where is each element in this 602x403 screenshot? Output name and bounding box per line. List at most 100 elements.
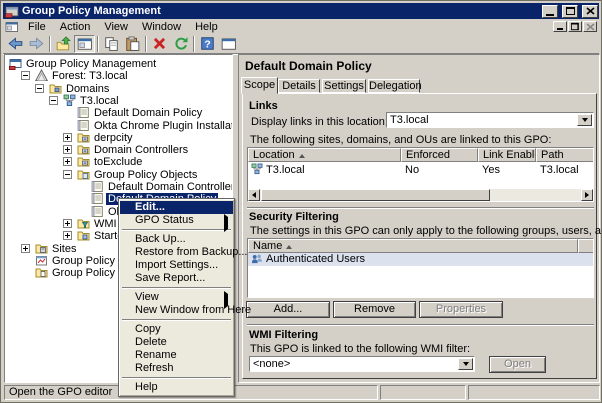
tree-item[interactable]: Forest: T3.local bbox=[5, 70, 232, 83]
child-close-button[interactable] bbox=[583, 21, 597, 32]
toolbar-help-button[interactable]: ? bbox=[197, 35, 218, 53]
context-menu-rename[interactable]: Rename bbox=[120, 349, 233, 362]
column-header-label: Name bbox=[253, 240, 282, 252]
tree-item[interactable]: Group Policy Objects bbox=[5, 169, 232, 182]
tree-item-label[interactable]: Forest: T3.local bbox=[50, 70, 130, 82]
context-menu-view[interactable]: View bbox=[120, 291, 233, 304]
menu-view[interactable]: View bbox=[97, 20, 135, 34]
menu-separator bbox=[122, 377, 231, 378]
tree-item-label[interactable]: Group Policy Management bbox=[24, 58, 158, 70]
security-column-header-spacer bbox=[578, 239, 594, 253]
toolbar-refresh-button[interactable] bbox=[170, 35, 191, 53]
tree-item[interactable]: derpcity bbox=[5, 132, 232, 145]
links-horizontal-scrollbar[interactable] bbox=[248, 189, 593, 201]
menu-item-label: Back Up... bbox=[135, 233, 186, 245]
menu-action[interactable]: Action bbox=[53, 20, 98, 34]
child-minimize-button[interactable] bbox=[553, 21, 567, 32]
wmi-filter-combobox[interactable]: <none> bbox=[249, 356, 475, 372]
expand-icon[interactable] bbox=[63, 231, 72, 240]
tree-item[interactable]: Domain Controllers bbox=[5, 144, 232, 157]
context-menu-refresh[interactable]: Refresh bbox=[120, 362, 233, 375]
combo-dropdown-icon[interactable] bbox=[577, 114, 592, 126]
toolbar-copy-button[interactable] bbox=[101, 35, 122, 53]
folder-starter-icon bbox=[77, 229, 90, 242]
expand-icon[interactable] bbox=[21, 244, 30, 253]
tree-item[interactable]: Default Domain Policy bbox=[5, 107, 232, 120]
security-table-row[interactable]: Authenticated Users bbox=[248, 253, 593, 266]
context-menu-restore-from-backup[interactable]: Restore from Backup... bbox=[120, 246, 233, 259]
collapse-icon[interactable] bbox=[21, 71, 30, 80]
combo-dropdown-icon[interactable] bbox=[458, 358, 473, 370]
collapse-icon[interactable] bbox=[35, 84, 44, 93]
context-menu-edit[interactable]: Edit... bbox=[120, 201, 233, 214]
expand-icon[interactable] bbox=[63, 133, 72, 142]
context-menu-gpo-status[interactable]: GPO Status bbox=[120, 214, 233, 227]
tab-scope[interactable]: Scope bbox=[241, 77, 278, 94]
tree-item-label[interactable]: Sites bbox=[50, 243, 78, 255]
toolbar-export-list-button[interactable] bbox=[53, 35, 74, 53]
context-menu-import-settings[interactable]: Import Settings... bbox=[120, 259, 233, 272]
minimize-button[interactable] bbox=[542, 5, 558, 18]
scroll-left-icon[interactable] bbox=[248, 189, 260, 201]
child-restore-button[interactable] bbox=[568, 21, 582, 32]
display-links-combobox[interactable]: T3.local bbox=[386, 112, 594, 128]
tree-item-label[interactable]: Default Domain Controllers Policy bbox=[106, 181, 233, 193]
properties-button[interactable]: Properties bbox=[419, 301, 503, 318]
context-menu-back-up[interactable]: Back Up... bbox=[120, 233, 233, 246]
menu-file[interactable]: File bbox=[21, 20, 53, 34]
links-column-header[interactable]: Location bbox=[248, 148, 401, 162]
collapse-icon[interactable] bbox=[63, 170, 72, 179]
remove-button[interactable]: Remove bbox=[333, 301, 416, 318]
links-description: The following sites, domains, and OUs ar… bbox=[250, 134, 551, 146]
context-menu-delete[interactable]: Delete bbox=[120, 336, 233, 349]
menu-window[interactable]: Window bbox=[135, 20, 188, 34]
toolbar-console-window-button[interactable] bbox=[74, 35, 95, 53]
tab-details[interactable]: Details bbox=[278, 79, 320, 93]
tab-settings[interactable]: Settings bbox=[322, 79, 366, 93]
tree-item-label[interactable]: T3.local bbox=[78, 95, 121, 107]
links-column-header[interactable]: Link Enabled bbox=[478, 148, 536, 162]
tree-item[interactable]: toExclude bbox=[5, 156, 232, 169]
links-column-header[interactable]: Enforced bbox=[401, 148, 478, 162]
column-header-label: Link Enabled bbox=[483, 149, 536, 161]
toolbar-delete-button[interactable] bbox=[149, 35, 170, 53]
context-menu-copy[interactable]: Copy bbox=[120, 323, 233, 336]
context-menu-save-report[interactable]: Save Report... bbox=[120, 272, 233, 285]
tree-item[interactable]: Default Domain Controllers Policy bbox=[5, 181, 232, 194]
tree-item-label[interactable]: derpcity bbox=[92, 132, 135, 144]
group-policy-management-window: Group Policy Management FileActionViewWi… bbox=[0, 0, 602, 403]
context-menu-help[interactable]: Help bbox=[120, 381, 233, 394]
tree-item[interactable]: Domains bbox=[5, 83, 232, 96]
tree-item[interactable]: Okta Chrome Plugin Installation bbox=[5, 120, 232, 133]
tab-delegation[interactable]: Delegation bbox=[368, 79, 420, 93]
scroll-right-icon[interactable] bbox=[581, 189, 593, 201]
close-button[interactable] bbox=[582, 5, 598, 18]
tree-item-label[interactable]: Domains bbox=[64, 83, 111, 95]
security-column-header[interactable]: Name bbox=[248, 239, 578, 253]
domain-icon bbox=[251, 163, 263, 175]
collapse-icon[interactable] bbox=[49, 96, 58, 105]
tree-item-label[interactable]: Okta Chrome Plugin Installation bbox=[92, 120, 233, 132]
wmi-open-button[interactable]: Open bbox=[489, 356, 546, 373]
links-column-header[interactable]: Path bbox=[536, 148, 594, 162]
tree-item-label[interactable]: Default Domain Policy bbox=[92, 107, 204, 119]
toolbar-back-button[interactable] bbox=[5, 35, 26, 53]
context-menu-new-window-from-here[interactable]: New Window from Here bbox=[120, 304, 233, 317]
toolbar-paste-button[interactable] bbox=[122, 35, 143, 53]
menu-help[interactable]: Help bbox=[188, 20, 225, 34]
expand-icon[interactable] bbox=[63, 145, 72, 154]
sort-ascending-icon bbox=[286, 245, 292, 249]
tree-item-label[interactable]: Domain Controllers bbox=[92, 144, 190, 156]
tree-item-label[interactable]: Group Policy Objects bbox=[92, 169, 199, 181]
expand-icon[interactable] bbox=[63, 157, 72, 166]
add-button[interactable]: Add... bbox=[246, 301, 330, 318]
toolbar-new-window-button[interactable] bbox=[218, 35, 239, 53]
scrollbar-thumb[interactable] bbox=[261, 189, 490, 201]
tree-item-label[interactable]: toExclude bbox=[92, 156, 144, 168]
column-header-label: Enforced bbox=[406, 149, 450, 161]
new-window-icon bbox=[221, 35, 236, 53]
toolbar-forward-button[interactable] bbox=[26, 35, 47, 53]
expand-icon[interactable] bbox=[63, 219, 72, 228]
tree-item[interactable]: T3.local bbox=[5, 95, 232, 108]
maximize-button[interactable] bbox=[562, 5, 578, 18]
